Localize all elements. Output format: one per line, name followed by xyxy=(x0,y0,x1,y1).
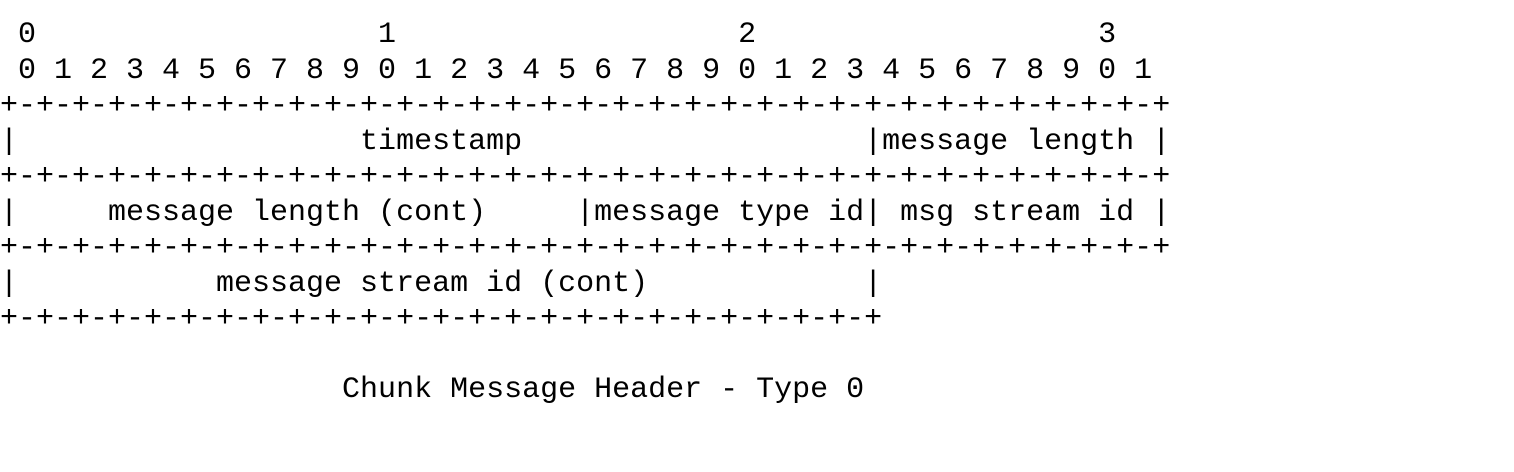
field-row-message-type: | message length (cont) |message type id… xyxy=(0,195,1171,230)
border-top: +-+-+-+-+-+-+-+-+-+-+-+-+-+-+-+-+-+-+-+-… xyxy=(0,89,1171,123)
border-bottom: +-+-+-+-+-+-+-+-+-+-+-+-+-+-+-+-+-+-+-+-… xyxy=(0,302,883,336)
border-1: +-+-+-+-+-+-+-+-+-+-+-+-+-+-+-+-+-+-+-+-… xyxy=(0,160,1171,194)
diagram-caption: Chunk Message Header - Type 0 xyxy=(0,373,865,407)
field-row-timestamp: | timestamp |message length | xyxy=(0,124,1171,159)
field-row-stream-id: | message stream id (cont) | xyxy=(0,266,883,301)
bit-ones-row: 0 1 2 3 4 5 6 7 8 9 0 1 2 3 4 5 6 7 8 9 … xyxy=(0,53,1153,88)
border-2: +-+-+-+-+-+-+-+-+-+-+-+-+-+-+-+-+-+-+-+-… xyxy=(0,231,1171,265)
chunk-message-header-diagram: 0 1 2 3 0 1 2 3 4 5 6 7 8 9 0 1 2 3 4 5 … xyxy=(0,18,1170,409)
bit-tens-row: 0 1 2 3 xyxy=(0,18,1117,52)
